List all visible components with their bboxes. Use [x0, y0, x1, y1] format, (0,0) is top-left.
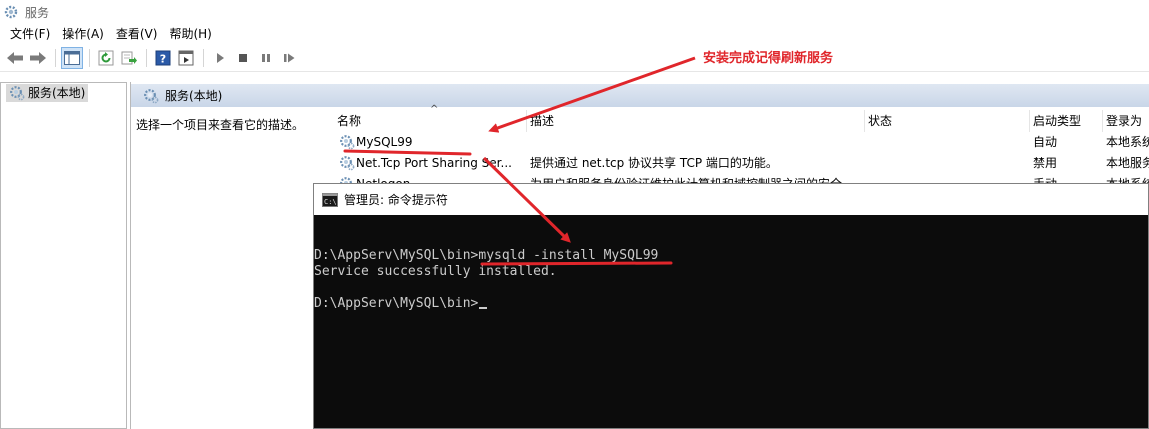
svg-text:?: ?: [160, 52, 166, 65]
cmd-title-bar[interactable]: C:\ 管理员: 命令提示符: [314, 184, 1148, 215]
forward-button[interactable]: [27, 47, 49, 69]
services-list-header: ^ 名称 描述 状态 启动类型 登录为: [334, 104, 1149, 132]
help-icon: ?: [155, 50, 171, 65]
toolbar-separator: [55, 48, 56, 67]
text-cursor: [479, 307, 488, 309]
refresh-icon: [98, 50, 114, 65]
menu-bar: 文件(F) 操作(A) 查看(V) 帮助(H): [0, 24, 1149, 44]
gear-icon: [4, 5, 18, 19]
pane-header-label: 服务(本地): [165, 89, 223, 103]
console-line: D:\AppServ\MySQL\bin>mysqld -install MyS…: [314, 248, 658, 264]
console-command: mysqld -install MySQL99: [478, 248, 659, 263]
service-gear-icon: [340, 156, 355, 171]
svg-text:C:\: C:\: [324, 198, 337, 206]
pause-icon: [262, 53, 270, 62]
back-button[interactable]: [4, 47, 26, 69]
gear-icon: [10, 86, 25, 101]
export-list-button[interactable]: [118, 47, 140, 69]
start-service-button[interactable]: [209, 47, 231, 69]
terminal-icon: C:\: [322, 192, 338, 207]
menu-view[interactable]: 查看(V): [110, 24, 164, 44]
properties-button[interactable]: [175, 47, 197, 69]
annotation-note: 安装完成记得刷新服务: [703, 51, 834, 66]
column-header-name[interactable]: 名称: [334, 110, 527, 132]
service-logon-as: 本地系统: [1106, 135, 1149, 149]
service-name: MySQL99: [356, 135, 413, 149]
cmd-console[interactable]: D:\AppServ\MySQL\bin>mysqld -install MyS…: [314, 215, 1148, 428]
console-prompt: D:\AppServ\MySQL\bin>: [314, 296, 479, 311]
column-header-status[interactable]: 状态: [865, 110, 1030, 132]
restart-service-button[interactable]: [278, 47, 300, 69]
forward-arrow-icon: [30, 51, 46, 64]
help-button[interactable]: ?: [152, 47, 174, 69]
menu-file[interactable]: 文件(F): [4, 24, 56, 44]
console-tree-icon: [64, 50, 80, 65]
table-row[interactable]: MySQL99 自动 本地系统: [334, 132, 1149, 153]
column-header-startup-type[interactable]: 启动类型: [1030, 110, 1103, 132]
window-title: 服务: [25, 5, 50, 20]
menu-action[interactable]: 操作(A): [56, 24, 110, 44]
menu-help[interactable]: 帮助(H): [163, 24, 217, 44]
service-status: [865, 132, 1025, 153]
export-icon: [121, 51, 137, 64]
refresh-button[interactable]: [95, 47, 117, 69]
console-output: Service successfully installed.: [314, 264, 557, 279]
console-line: D:\AppServ\MySQL\bin>: [314, 296, 488, 312]
service-startup-type: 禁用: [1033, 156, 1058, 170]
toolbar: ?: [0, 44, 1149, 72]
column-header-description[interactable]: 描述: [527, 110, 865, 132]
pane-header: 服务(本地): [131, 84, 1149, 107]
service-gear-icon: [340, 135, 355, 150]
toolbar-separator: [146, 48, 147, 67]
play-icon: [217, 52, 224, 63]
description-prompt: 选择一个项目来查看它的描述。: [136, 118, 305, 132]
service-description: [527, 132, 857, 153]
cmd-title: 管理员: 命令提示符: [344, 193, 448, 207]
back-arrow-icon: [7, 51, 23, 64]
gear-icon: [144, 88, 159, 103]
service-startup-type: 自动: [1033, 135, 1058, 149]
console-prompt: D:\AppServ\MySQL\bin>: [314, 248, 479, 263]
tree-item-services-local[interactable]: 服务(本地): [6, 84, 89, 102]
stop-service-button[interactable]: [232, 47, 254, 69]
table-row[interactable]: Net.Tcp Port Sharing Ser... 提供通过 net.tcp…: [334, 153, 1149, 174]
service-description: 提供通过 net.tcp 协议共享 TCP 端口的功能。: [530, 156, 778, 170]
toolbar-separator: [203, 48, 204, 67]
services-window: 服务 文件(F) 操作(A) 查看(V) 帮助(H) ? 服务(本地) 服务(本…: [0, 0, 1149, 429]
show-console-tree-button[interactable]: [61, 46, 83, 69]
pause-service-button[interactable]: [255, 47, 277, 69]
service-name: Net.Tcp Port Sharing Ser...: [356, 156, 512, 170]
console-tree-pane: 服务(本地): [0, 82, 127, 429]
properties-icon: [178, 50, 194, 65]
command-prompt-window[interactable]: C:\ 管理员: 命令提示符 D:\AppServ\MySQL\bin>mysq…: [313, 183, 1149, 429]
service-status: [865, 153, 1025, 174]
tree-item-label: 服务(本地): [28, 86, 86, 100]
toolbar-separator: [89, 48, 90, 67]
service-logon-as: 本地服务: [1106, 156, 1149, 170]
stop-icon: [239, 53, 247, 62]
title-bar: 服务: [0, 0, 1149, 24]
column-header-logon-as[interactable]: 登录为: [1103, 110, 1149, 132]
restart-icon: [284, 53, 295, 62]
